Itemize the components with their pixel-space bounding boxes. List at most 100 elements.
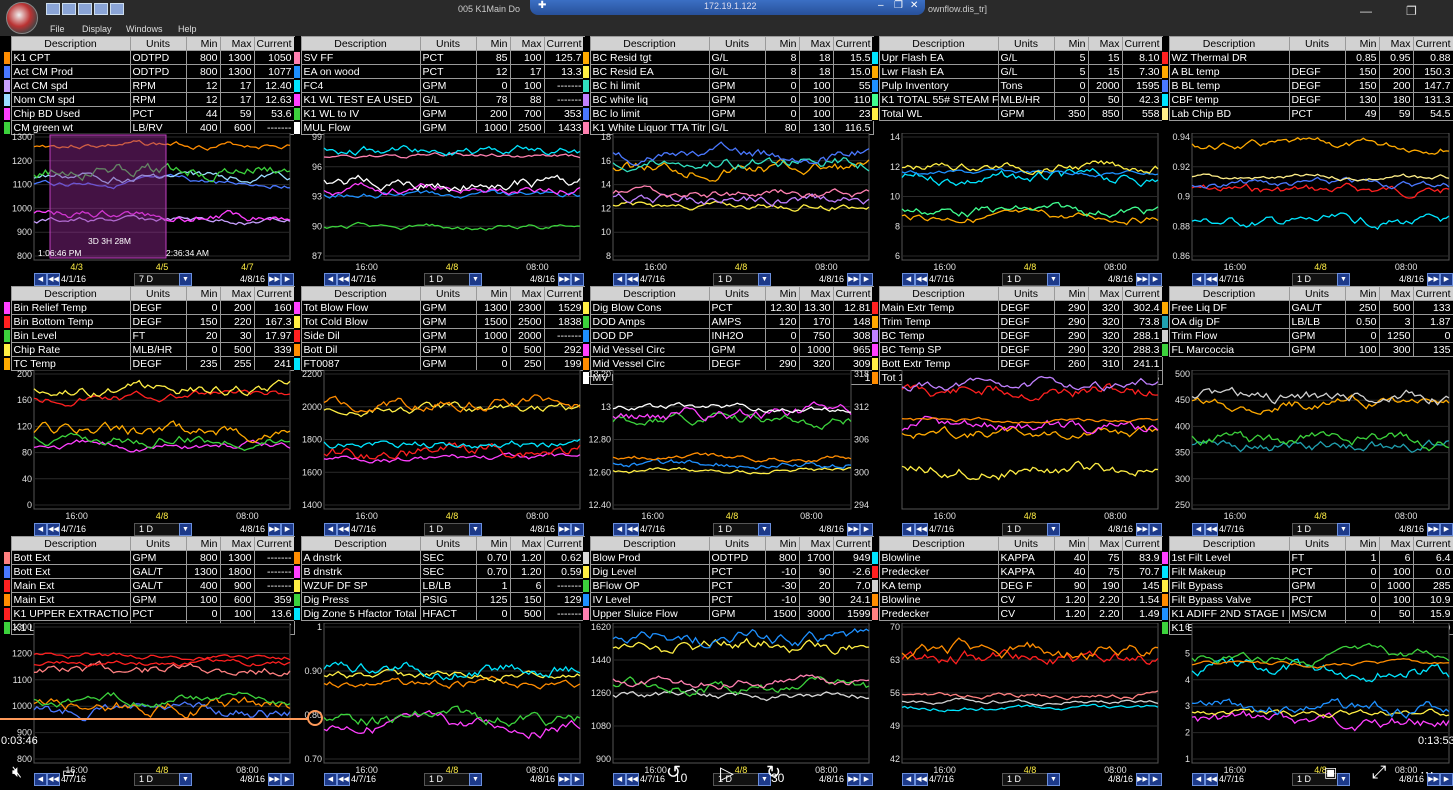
nav-next-icon[interactable]: ▶ bbox=[281, 523, 294, 536]
video-scrubber[interactable] bbox=[0, 710, 323, 726]
table-row[interactable]: Filt Makeup PCT 0 100 0.0 bbox=[1162, 564, 1453, 579]
table-row[interactable]: Dig Zone 5 Hfactor Total HFACT 0 500 ------- bbox=[294, 606, 585, 621]
table-row[interactable]: BC Resid tgt G/L 8 18 15.5 bbox=[583, 50, 874, 65]
table-row[interactable]: Free Liq DF GAL/T 250 500 133 bbox=[1162, 300, 1453, 315]
table-row[interactable]: Trim Flow GPM 0 1250 0 bbox=[1162, 328, 1453, 343]
trend-plot[interactable]: 130012001100100090080016:00 4/8 08:00 bbox=[4, 623, 294, 775]
captions-icon[interactable]: ▭ bbox=[62, 764, 75, 781]
table-row[interactable]: Nom CM spd RPM 12 17 12.63 bbox=[4, 92, 295, 107]
trend-plot[interactable]: 16:00 4/8 08:00 bbox=[872, 370, 1162, 521]
trend-chart[interactable]: 200 160 120 80 40 0 16:00 4/8 08:00 bbox=[4, 370, 294, 521]
nav-span-select[interactable]: 1 D bbox=[424, 273, 470, 286]
trend-chart[interactable]: 16:00 4/8 08:00 bbox=[872, 370, 1162, 521]
table-row[interactable]: Predecker KAPPA 40 75 70.7 bbox=[872, 564, 1163, 579]
nav-forward-icon[interactable]: ▶▶ bbox=[558, 273, 571, 286]
nav-span-select[interactable]: 1 D bbox=[134, 523, 180, 536]
nav-back-icon[interactable]: ◀ bbox=[902, 773, 915, 786]
table-row[interactable]: Side Dil GPM 1000 2000 ------- bbox=[294, 328, 585, 343]
table-row[interactable]: DOD Amps AMPS 120 170 148 bbox=[583, 314, 874, 329]
nav-back-icon[interactable]: ◀ bbox=[34, 773, 47, 786]
nav-span-select[interactable]: 1 D bbox=[134, 773, 180, 786]
table-row[interactable]: Main Extr Temp DEGF 290 320 302.4 bbox=[872, 300, 1163, 315]
trend-plot[interactable]: 10.900.800.7016:00 4/8 08:00 bbox=[294, 623, 584, 775]
trend-chart[interactable]: 70 63 56 49 42 16:00 4/8 08:00 bbox=[872, 623, 1162, 775]
nav-span-dropdown-icon[interactable]: ▼ bbox=[469, 773, 482, 786]
nav-span-dropdown-icon[interactable]: ▼ bbox=[469, 523, 482, 536]
table-row[interactable]: 1st Filt Level FT 1 6 6.4 bbox=[1162, 550, 1453, 565]
trend-plot[interactable]: 13.20 13 12.80 12.60 12.40 318 312 306 300 294 16:… bbox=[583, 370, 873, 521]
table-row[interactable]: Lwr Flash EA G/L 5 15 7.30 bbox=[872, 64, 1163, 79]
table-row[interactable]: EA on wood PCT 12 17 13.3 bbox=[294, 64, 585, 79]
table-row[interactable]: Bott Ext GPM 800 1300 ------- bbox=[4, 550, 295, 565]
nav-forward-icon[interactable]: ▶▶ bbox=[1136, 773, 1149, 786]
table-row[interactable]: Tot Cold Blow GPM 1500 2500 1838 bbox=[294, 314, 585, 329]
nav-next-icon[interactable]: ▶ bbox=[281, 773, 294, 786]
table-row[interactable]: KA temp DEG F 90 190 145 bbox=[872, 578, 1163, 593]
nav-span-dropdown-icon[interactable]: ▼ bbox=[1337, 273, 1350, 286]
table-row[interactable]: K1 ADIFF 2ND STAGE I MS/CM 0 50 15.9 bbox=[1162, 606, 1453, 621]
nav-span-dropdown-icon[interactable]: ▼ bbox=[1047, 273, 1060, 286]
trend-chart[interactable]: 0.94 0.92 0.9 0.88 0.86 16:00 4/8 08:00 bbox=[1162, 133, 1453, 272]
nav-rewind-icon[interactable]: ◀◀ bbox=[47, 273, 60, 286]
nav-back-icon[interactable]: ◀ bbox=[902, 273, 915, 286]
nav-next-icon[interactable]: ▶ bbox=[1149, 273, 1162, 286]
table-row[interactable]: Act CM Prod ODTPD 800 1300 1077 bbox=[4, 64, 295, 79]
nav-forward-icon[interactable]: ▶▶ bbox=[268, 773, 281, 786]
table-row[interactable]: BC Temp SP DEGF 290 320 288.3 bbox=[872, 342, 1163, 357]
table-row[interactable]: K1 WL to IV GPM 200 700 353 bbox=[294, 106, 585, 121]
nav-rewind-icon[interactable]: ◀◀ bbox=[47, 773, 60, 786]
trend-plot[interactable]: 18 16 14 12 10 8 16:00 4/8 08:00 bbox=[583, 133, 873, 272]
table-row[interactable]: Total WL GPM 350 850 558 bbox=[872, 106, 1163, 121]
nav-forward-icon[interactable]: ▶▶ bbox=[847, 523, 860, 536]
trend-plot[interactable]: 0.94 0.92 0.9 0.88 0.86 16:00 4/8 08:00 bbox=[1162, 133, 1453, 272]
table-row[interactable]: Pulp Inventory Tons 0 2000 1595 bbox=[872, 78, 1163, 93]
nav-rewind-icon[interactable]: ◀◀ bbox=[915, 523, 928, 536]
rdp-minimize-icon[interactable]: – bbox=[878, 0, 884, 11]
nav-forward-icon[interactable]: ▶▶ bbox=[268, 523, 281, 536]
nav-rewind-icon[interactable]: ◀◀ bbox=[1205, 773, 1218, 786]
nav-span-select[interactable]: 1 D bbox=[1292, 523, 1338, 536]
nav-back-icon[interactable]: ◀ bbox=[902, 523, 915, 536]
more-icon[interactable]: ⋯ bbox=[1420, 764, 1434, 781]
table-row[interactable]: BC hi limit GPM 0 100 55 bbox=[583, 78, 874, 93]
nav-span-dropdown-icon[interactable]: ▼ bbox=[469, 273, 482, 286]
trend-plot[interactable]: 200 160 120 80 40 0 16:00 4/8 08:00 bbox=[4, 370, 294, 521]
table-row[interactable]: Bin Relief Temp DEGF 0 200 160 bbox=[4, 300, 295, 315]
nav-span-dropdown-icon[interactable]: ▼ bbox=[758, 523, 771, 536]
table-row[interactable]: FC4 GPM 0 100 ------- bbox=[294, 78, 585, 93]
table-row[interactable]: Bott Extr Temp DEGF 260 310 241.1 bbox=[872, 356, 1163, 371]
table-row[interactable]: Filt Bypass Valve PCT 0 100 10.9 bbox=[1162, 592, 1453, 607]
nav-rewind-icon[interactable]: ◀◀ bbox=[1205, 523, 1218, 536]
trend-chart[interactable]: 99 96 93 90 87 16:00 4/8 08:00 bbox=[294, 133, 584, 272]
nav-span-select[interactable]: 1 D bbox=[1002, 523, 1048, 536]
nav-back-icon[interactable]: ◀ bbox=[613, 523, 626, 536]
trend-chart[interactable]: 1300 1200 1100 1000 900 800 4/3 4/5 4/7 3D 3H 28M… bbox=[4, 133, 294, 272]
table-row[interactable]: Upr Flash EA G/L 5 15 8.10 bbox=[872, 50, 1163, 65]
trend-plot[interactable]: 706356494216:00 4/8 08:00 bbox=[872, 623, 1162, 775]
trend-plot[interactable]: 162014401260108090016:00 4/8 08:00 bbox=[583, 623, 873, 775]
toolbar-save-icon[interactable] bbox=[62, 3, 76, 15]
nav-span-dropdown-icon[interactable]: ▼ bbox=[1337, 523, 1350, 536]
table-row[interactable]: Mid Vessel Circ GPM 0 1000 965 bbox=[583, 342, 874, 357]
table-row[interactable]: Dig Level PCT -10 90 -2.6 bbox=[583, 564, 874, 579]
trend-chart[interactable]: 500 450 400 350 300 250 16:00 4/8 08:00 bbox=[1162, 370, 1453, 521]
table-row[interactable]: Upper Sluice Flow GPM 1500 3000 1599 bbox=[583, 606, 874, 621]
menu-display[interactable]: Display bbox=[82, 24, 112, 34]
nav-rewind-icon[interactable]: ◀◀ bbox=[47, 523, 60, 536]
nav-back-icon[interactable]: ◀ bbox=[34, 273, 47, 286]
nav-span-select[interactable]: 1 D bbox=[1002, 773, 1048, 786]
table-row[interactable]: Bin Level FT 20 30 17.97 bbox=[4, 328, 295, 343]
nav-back-icon[interactable]: ◀ bbox=[1192, 523, 1205, 536]
table-row[interactable]: Blowline CV 1.20 2.20 1.54 bbox=[872, 592, 1163, 607]
trend-plot[interactable]: 500 450 400 350 300 250 16:00 4/8 08:00 bbox=[1162, 370, 1453, 521]
table-row[interactable]: Trim Temp DEGF 290 320 73.8 bbox=[872, 314, 1163, 329]
menu-file[interactable]: File bbox=[50, 24, 65, 34]
table-row[interactable]: FL Marcoccia GPM 100 300 135 bbox=[1162, 342, 1453, 357]
table-row[interactable]: Dig Blow Cons PCT 12.30 13.30 12.81 bbox=[583, 300, 874, 315]
menu-help[interactable]: Help bbox=[178, 24, 197, 34]
nav-forward-icon[interactable]: ▶▶ bbox=[558, 523, 571, 536]
nav-back-icon[interactable]: ◀ bbox=[1192, 273, 1205, 286]
table-row[interactable]: Bin Bottom Temp DEGF 150 220 167.3 bbox=[4, 314, 295, 329]
nav-rewind-icon[interactable]: ◀◀ bbox=[1205, 273, 1218, 286]
trend-plot[interactable]: 99 96 93 90 87 16:00 4/8 08:00 bbox=[294, 133, 584, 272]
